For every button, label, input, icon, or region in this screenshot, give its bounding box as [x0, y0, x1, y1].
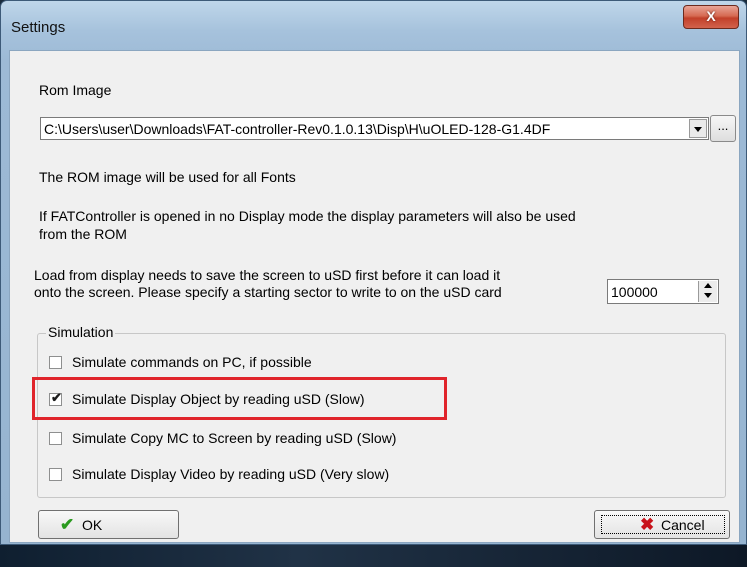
- browse-button[interactable]: ...: [710, 115, 736, 142]
- dialog-body: Rom Image C:\Users\user\Downloads\FAT-co…: [9, 50, 740, 543]
- checkbox-label: Simulate Copy MC to Screen by reading uS…: [72, 430, 397, 446]
- close-icon: X: [706, 8, 716, 24]
- combo-dropdown-button[interactable]: [689, 119, 707, 138]
- sector-note-line1: Load from display needs to save the scre…: [34, 267, 501, 283]
- checkbox-label: Simulate commands on PC, if possible: [72, 354, 312, 370]
- highlight-annotation: [32, 377, 447, 420]
- checkbox-label: Simulate Display Video by reading uSD (V…: [72, 466, 390, 482]
- ok-button-label: OK: [82, 517, 103, 533]
- rom-note-display-line2: from the ROM: [39, 226, 127, 242]
- sector-note-line2: onto the screen. Please specify a starti…: [34, 284, 502, 300]
- rom-note-fonts: The ROM image will be used for all Fonts: [39, 169, 296, 185]
- spin-down-icon[interactable]: [704, 293, 712, 298]
- cancel-button[interactable]: ✖ Cancel: [594, 510, 730, 539]
- rom-image-path: C:\Users\user\Downloads\FAT-controller-R…: [44, 121, 551, 137]
- chevron-down-icon: [694, 127, 702, 132]
- checkbox-box[interactable]: [49, 356, 62, 369]
- rom-note-display-line1: If FATController is opened in no Display…: [39, 208, 576, 224]
- start-sector-value: 100000: [611, 284, 658, 300]
- spin-up-icon[interactable]: [704, 283, 712, 288]
- spin-buttons[interactable]: [698, 281, 717, 302]
- checkbox-box[interactable]: [49, 432, 62, 445]
- start-sector-spinbox[interactable]: 100000: [607, 279, 719, 304]
- ok-button[interactable]: ✔ OK: [38, 510, 179, 539]
- dialog-title: Settings: [11, 19, 66, 36]
- rom-image-combobox[interactable]: C:\Users\user\Downloads\FAT-controller-R…: [40, 117, 709, 140]
- checkbox-box[interactable]: [49, 468, 62, 481]
- cancel-button-label: Cancel: [661, 517, 705, 533]
- close-button[interactable]: X: [683, 5, 739, 29]
- simulation-legend: Simulation: [46, 324, 116, 340]
- cancel-x-icon: ✖: [640, 515, 655, 534]
- settings-dialog: Settings X Rom Image C:\Users\user\Downl…: [0, 0, 747, 545]
- rom-image-label: Rom Image: [39, 82, 112, 98]
- checkmark-icon: ✔: [60, 515, 75, 534]
